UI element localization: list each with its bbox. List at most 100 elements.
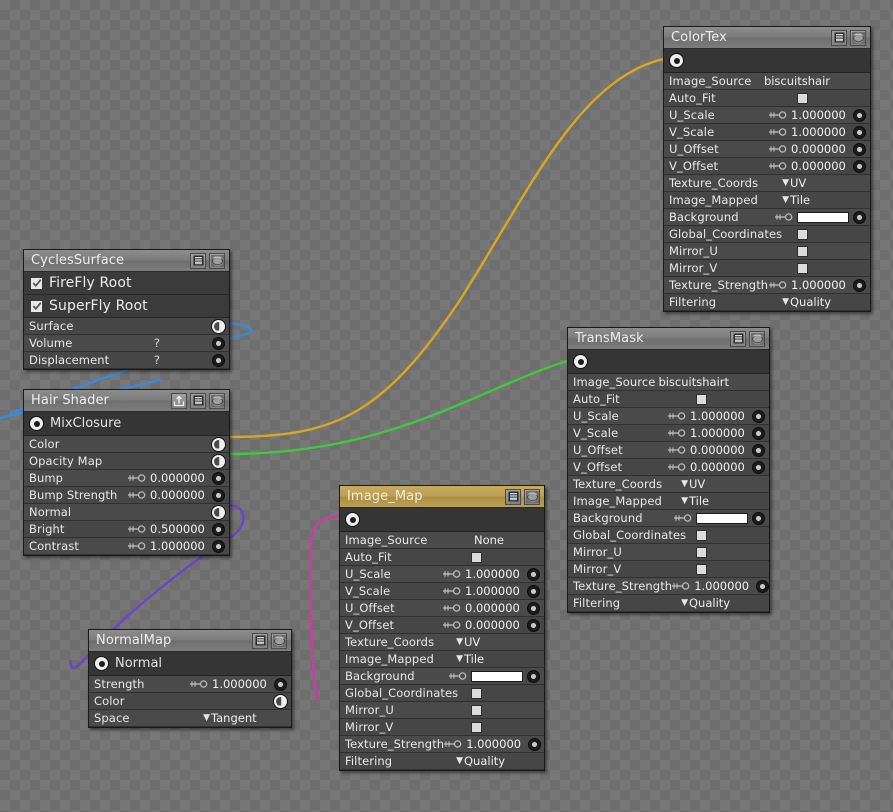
property-row[interactable]: Bump 0.000000 [24,470,229,487]
property-row[interactable]: Filtering ▼ Quality [568,595,769,612]
property-row[interactable]: U_Scale 1.000000 [568,408,769,425]
toggle-checkbox[interactable] [471,551,482,563]
node-output-plug-row[interactable]: Normal [89,652,291,676]
property-value[interactable] [696,563,769,575]
property-row[interactable]: V_Scale 1.000000 [340,583,544,600]
property-row[interactable]: Texture_Strength 1.000000 [340,736,544,753]
numeric-value[interactable]: 1.000000 [465,567,527,581]
connector-socket-icon[interactable] [211,436,226,452]
numeric-value[interactable]: 1.000000 [791,125,853,139]
value-knob[interactable] [212,539,225,553]
property-row[interactable]: Color [89,693,291,710]
property-value[interactable]: 0.000000 [128,471,229,485]
value-knob[interactable] [528,737,542,751]
property-value[interactable]: biscuitshair [764,74,870,88]
property-row[interactable]: Global_Coordinates [568,527,769,544]
sphere-preview-icon[interactable] [749,330,765,347]
property-value[interactable] [471,551,544,563]
property-row[interactable]: Global_Coordinates [340,685,544,702]
property-row[interactable]: Auto_Fit [664,90,870,107]
numeric-value[interactable]: 1.000000 [690,409,752,423]
property-row[interactable]: Global_Coordinates [664,226,870,243]
value-knob[interactable] [527,669,540,683]
property-row[interactable]: Image_Source biscuitshairt [568,374,769,391]
numeric-value[interactable]: 0.000000 [465,618,527,632]
property-row[interactable]: Filtering ▼ Quality [340,753,544,770]
property-row[interactable]: Texture_Coords ▼ UV [568,476,769,493]
property-row[interactable]: Background [340,668,544,685]
node-header-colortex[interactable]: ColorTex [664,27,870,49]
checkbox-superfly-root[interactable] [30,299,43,313]
node-output-plug-row[interactable] [340,508,544,532]
property-value[interactable]: ▼ Quality [782,295,870,309]
property-row[interactable]: Space ▼ Tangent [89,710,291,727]
property-value[interactable]: 1.000000 [668,426,769,440]
property-value[interactable]: ▼ UV [681,477,769,491]
property-value[interactable] [471,721,544,733]
property-value[interactable]: None [474,533,544,547]
property-value[interactable]: 1.000000 [443,567,544,581]
list-icon[interactable] [190,252,206,269]
node-colortex[interactable]: ColorTex Image_Source biscuitshair Auto_Fit… [663,26,871,312]
property-value[interactable]: 0.000000 [443,618,544,632]
property-value[interactable]: 1.000000 [128,539,229,553]
toggle-checkbox[interactable] [471,721,482,733]
property-row[interactable]: Mirror_V [340,719,544,736]
node-plug-icon[interactable] [669,53,684,68]
sphere-preview-icon[interactable] [209,252,225,269]
property-value[interactable]: ? [154,353,229,367]
property-value[interactable]: 0.000000 [668,443,769,457]
property-value[interactable]: 0.000000 [443,601,544,615]
node-header-cyclessurface[interactable]: CyclesSurface [24,250,229,272]
sphere-preview-icon[interactable] [850,29,866,46]
node-header-hairshader[interactable]: Hair Shader [24,390,229,412]
dropdown-value[interactable]: UV [689,477,741,491]
node-output-plug-row[interactable] [568,350,769,374]
property-row[interactable]: Bright 0.500000 [24,521,229,538]
numeric-value[interactable]: 1.000000 [791,108,853,122]
text-value[interactable]: biscuitshair [764,74,830,88]
import-icon[interactable] [171,392,187,409]
property-value[interactable] [471,704,544,716]
value-knob[interactable] [756,579,770,593]
numeric-value[interactable]: 1.000000 [690,426,752,440]
value-knob[interactable] [752,460,765,474]
property-row[interactable]: Auto_Fit [568,391,769,408]
property-value[interactable] [211,436,229,452]
sphere-preview-icon[interactable] [524,488,540,505]
numeric-value[interactable]: 1.000000 [212,677,274,691]
property-value[interactable]: 1.000000 [672,579,773,593]
numeric-value[interactable]: 0.000000 [465,601,527,615]
property-value[interactable] [449,669,544,683]
toggle-checkbox[interactable] [696,546,707,558]
color-swatch[interactable] [696,512,748,524]
value-knob[interactable] [752,511,765,525]
property-value[interactable] [797,92,870,104]
property-row[interactable]: Texture_Coords ▼ UV [664,175,870,192]
property-value[interactable]: 1.000000 [769,108,870,122]
node-header-imagemap[interactable]: Image_Map [340,486,544,508]
property-row[interactable]: Normal [24,504,229,521]
node-header-transmask[interactable]: TransMask [568,328,769,350]
property-row[interactable]: U_Offset 0.000000 [340,600,544,617]
property-row[interactable]: Surface [24,318,229,335]
property-row[interactable]: Image_Source None [340,532,544,549]
toggle-checkbox[interactable] [696,529,707,541]
numeric-value[interactable]: 1.000000 [791,278,853,292]
property-value[interactable]: ▼ Quality [456,754,544,768]
property-value[interactable]: ▼ Tile [456,652,544,666]
node-plug-icon[interactable] [29,416,44,431]
value-knob[interactable] [527,567,540,581]
value-knob[interactable] [853,159,866,173]
numeric-value[interactable]: 0.000000 [791,159,853,173]
node-header-normalmap[interactable]: NormalMap [89,630,291,652]
property-value[interactable] [674,511,769,525]
connector-socket-icon[interactable] [211,318,226,334]
property-row[interactable]: Image_Source biscuitshair [664,73,870,90]
property-row[interactable]: Displacement? [24,352,229,369]
property-row[interactable]: V_Offset 0.000000 [664,158,870,175]
property-value[interactable]: 0.000000 [769,142,870,156]
connector-socket-icon[interactable] [211,504,226,520]
value-knob[interactable] [212,471,225,485]
property-row[interactable]: Mirror_V [568,561,769,578]
